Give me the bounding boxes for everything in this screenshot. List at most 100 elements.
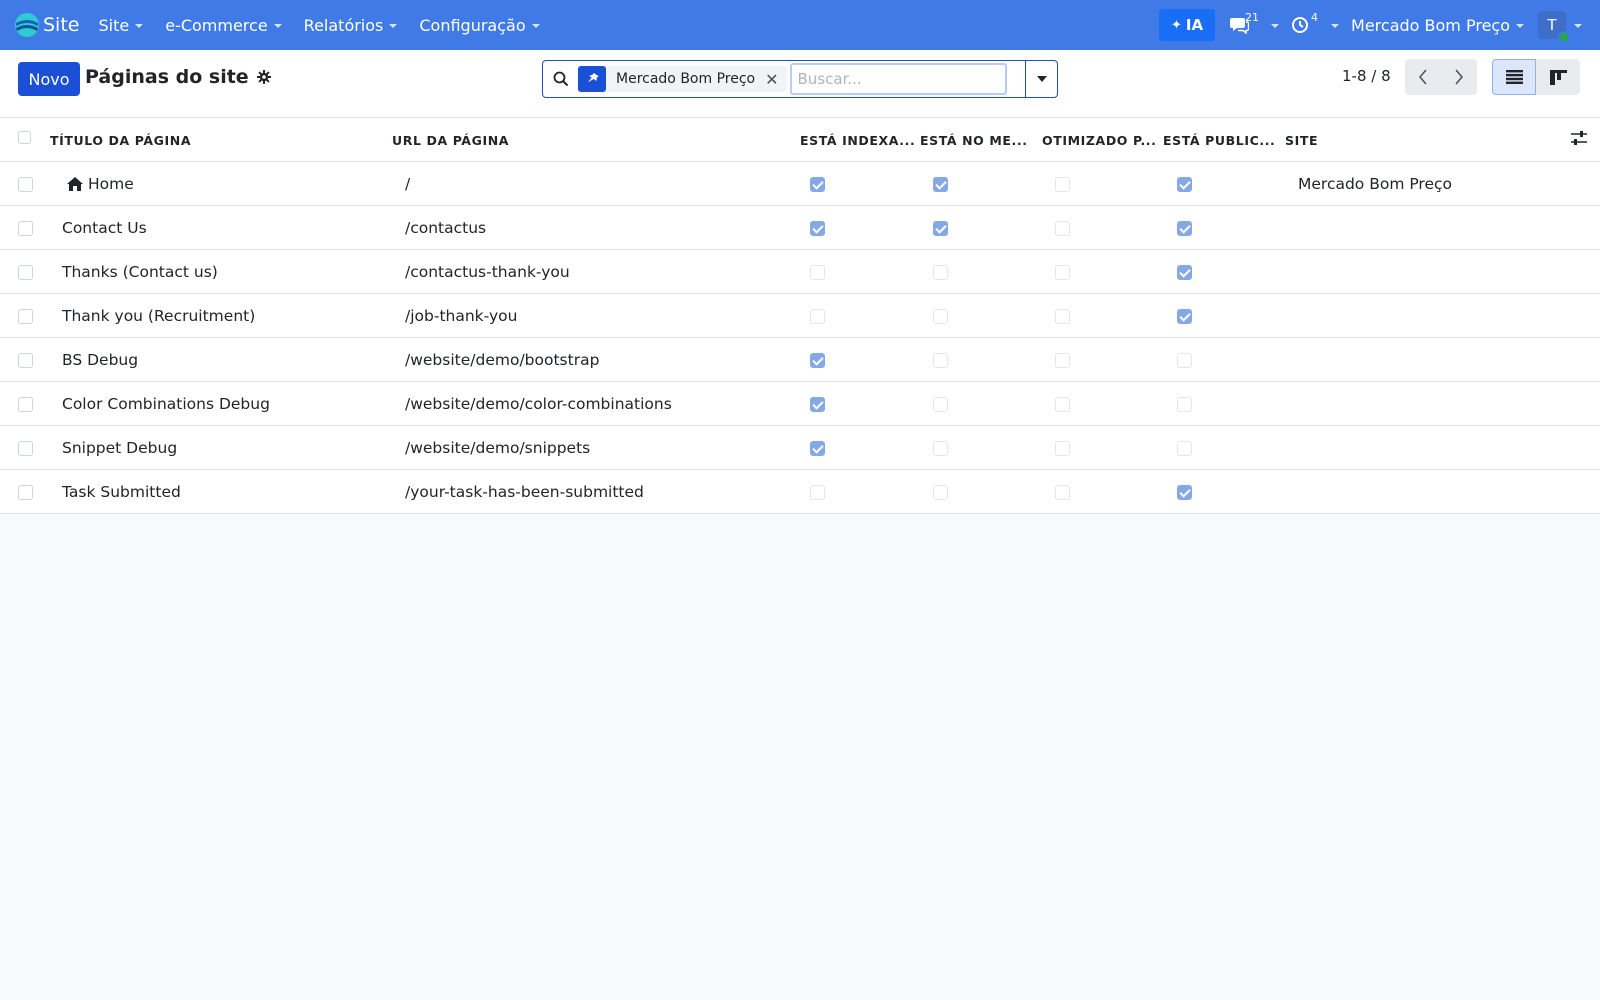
new-button[interactable]: Novo [18, 62, 80, 96]
caret-down-icon [1271, 24, 1280, 28]
is-published-checkbox [1177, 485, 1192, 500]
activities-menu[interactable]: 4 [1285, 0, 1345, 50]
page-title-cell: Snippet Debug [62, 426, 177, 470]
user-menu[interactable]: T [1538, 11, 1582, 43]
table-row[interactable]: Snippet Debug/website/demo/snippets [0, 426, 1600, 470]
page-title-cell: BS Debug [62, 338, 138, 382]
is-optimized-checkbox [1055, 485, 1070, 500]
app-brand[interactable]: Site [14, 12, 79, 38]
optional-columns-icon[interactable] [1570, 130, 1588, 146]
table-row[interactable]: BS Debug/website/demo/bootstrap [0, 338, 1600, 382]
page-title-cell: Task Submitted [62, 470, 181, 514]
page-title-text: BS Debug [62, 351, 139, 369]
control-panel: Novo Páginas do site Mercado Bom Preço ✕… [0, 50, 1600, 118]
page-url-cell: /your-task-has-been-submitted [405, 483, 644, 501]
column-header-in-menu[interactable]: ESTÁ NO ME... [920, 118, 1028, 162]
online-status-icon [1558, 31, 1570, 43]
table-row[interactable]: Task Submitted/your-task-has-been-submit… [0, 470, 1600, 514]
messages-menu[interactable]: 21 [1223, 0, 1285, 50]
pager-next-button[interactable] [1441, 59, 1477, 95]
page-title-text: Thanks (Contact us) [62, 263, 218, 281]
column-header-published[interactable]: ESTÁ PUBLIC... [1163, 118, 1275, 162]
column-header-site[interactable]: SITE [1285, 118, 1318, 162]
page-title-cell: Contact Us [62, 206, 147, 250]
row-select-checkbox[interactable] [18, 397, 33, 412]
pager-value[interactable]: 1-8 / 8 [1342, 67, 1391, 85]
menu-item-configuration[interactable]: Configuração [408, 0, 550, 50]
search-facet: Mercado Bom Preço ✕ [578, 66, 787, 92]
table-row[interactable]: Thank you (Recruitment) /job-thank-you [0, 294, 1600, 338]
ai-button-label: IA [1185, 16, 1204, 34]
menu-item-site[interactable]: Site [87, 0, 154, 50]
menu-item-ecommerce[interactable]: e-Commerce [154, 0, 292, 50]
select-all-checkbox[interactable] [18, 131, 31, 144]
is-indexed-checkbox [810, 221, 825, 236]
is-optimized-checkbox [1055, 353, 1070, 368]
search-input[interactable] [789, 63, 1007, 95]
navbar-systray: ✦ IA 21 4 Mercado Bom Preço T [1159, 0, 1600, 50]
app-name: Site [43, 14, 80, 36]
is-published-checkbox [1177, 265, 1192, 280]
column-header-url[interactable]: URL DA PÁGINA [392, 118, 509, 162]
page-title-text: Thank you (Recruitment) [62, 307, 256, 325]
is-optimized-checkbox [1055, 441, 1070, 456]
ai-button[interactable]: ✦ IA [1159, 9, 1216, 41]
search-options-toggle[interactable] [1025, 60, 1058, 98]
table-row[interactable]: Color Combinations Debug/website/demo/co… [0, 382, 1600, 426]
row-select-checkbox[interactable] [18, 265, 33, 280]
kanban-icon [1549, 69, 1567, 85]
chevron-left-icon [1419, 69, 1427, 85]
column-header-title[interactable]: TÍTULO DA PÁGINA [50, 118, 191, 162]
page-url-cell: /contactus [405, 219, 487, 237]
column-header-indexed[interactable]: ESTÁ INDEXA... [800, 118, 915, 162]
messages-count-badge: 21 [1245, 11, 1260, 24]
caret-down-icon [389, 24, 398, 28]
main-menu: Site e-Commerce Relatórios Configuração [87, 0, 550, 50]
kanban-view-button[interactable] [1536, 59, 1580, 95]
is-optimized-checkbox [1055, 177, 1070, 192]
row-select-checkbox[interactable] [18, 309, 33, 324]
caret-down-icon [531, 24, 540, 28]
menu-item-reports[interactable]: Relatórios [293, 0, 409, 50]
page-url-cell: /website/demo/color-combinations [405, 395, 672, 413]
list-view-button[interactable] [1492, 59, 1536, 95]
is-indexed-checkbox [810, 353, 825, 368]
page-title-text: Contact Us [62, 219, 147, 237]
page-title-cell: Thank you (Recruitment) [62, 294, 255, 338]
table-row[interactable]: Contact Us/contactus [0, 206, 1600, 250]
page-title-text: Task Submitted [62, 483, 181, 501]
caret-down-icon [273, 24, 282, 28]
page-title-text: Color Combinations Debug [62, 395, 270, 413]
row-select-checkbox[interactable] [18, 485, 33, 500]
is-optimized-checkbox [1055, 397, 1070, 412]
is-in-menu-checkbox [933, 265, 948, 280]
is-indexed-checkbox [810, 309, 825, 324]
gear-icon[interactable] [256, 70, 271, 84]
caret-down-icon [135, 24, 144, 28]
pin-icon [578, 66, 606, 92]
is-published-checkbox [1177, 221, 1192, 236]
breadcrumb: Páginas do site [85, 66, 271, 88]
table-header: TÍTULO DA PÁGINA URL DA PÁGINA ESTÁ INDE… [0, 118, 1600, 162]
row-select-checkbox[interactable] [18, 353, 33, 368]
page-title-text: Snippet Debug [62, 439, 178, 457]
is-indexed-checkbox [810, 265, 825, 280]
row-select-checkbox[interactable] [18, 441, 33, 456]
table-row[interactable]: Home / Mercado Bom Preço [0, 162, 1600, 206]
page-url-cell: /website/demo/snippets [405, 439, 591, 457]
page-title-cell: Thanks (Contact us) [62, 250, 218, 294]
row-select-checkbox[interactable] [18, 177, 33, 192]
list-icon [1505, 70, 1523, 84]
table-row[interactable]: Thanks (Contact us) /contactus-thank-you [0, 250, 1600, 294]
is-published-checkbox [1177, 441, 1192, 456]
page-url-cell: /website/demo/bootstrap [405, 351, 600, 369]
column-header-optimized[interactable]: OTIMIZADO P... [1042, 118, 1157, 162]
close-icon[interactable]: ✕ [765, 70, 786, 89]
company-switcher[interactable]: Mercado Bom Preço [1345, 16, 1530, 35]
search-icon[interactable] [553, 71, 569, 87]
pager-previous-button[interactable] [1405, 59, 1441, 95]
caret-down-icon [1516, 24, 1524, 28]
row-select-checkbox[interactable] [18, 221, 33, 236]
top-navbar: Site Site e-Commerce Relatórios Configur… [0, 0, 1600, 50]
menu-item-label: Site [98, 15, 130, 35]
